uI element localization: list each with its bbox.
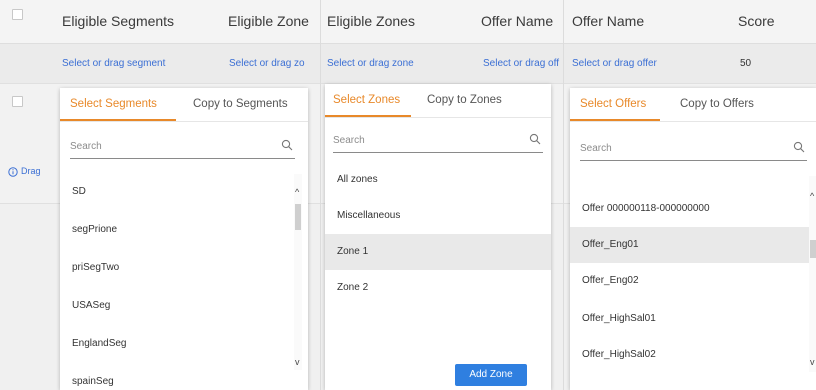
list-item[interactable]: EnglandSeg [60, 326, 308, 362]
segments-popup: Select Segments Copy to Segments SD segP… [60, 88, 308, 390]
search-icon [793, 141, 805, 153]
header-eligible-segments: Eligible Segments [62, 13, 175, 29]
table-header: Eligible Segments Eligible Zone [0, 0, 320, 44]
segments-scrollbar[interactable] [294, 174, 302, 370]
select-all-checkbox[interactable] [12, 9, 23, 20]
segments-search-input[interactable] [70, 135, 273, 157]
segments-panel: Eligible Segments Eligible Zone Select o… [0, 0, 320, 390]
list-item[interactable]: Miscellaneous [325, 198, 551, 234]
score-value: 50 [740, 58, 752, 69]
chevron-down-icon[interactable]: v [295, 358, 300, 367]
scrollbar-thumb[interactable] [295, 204, 301, 230]
table-row: Select or drag offer 50 [564, 44, 816, 84]
list-item[interactable]: USASeg [60, 288, 308, 324]
list-item[interactable]: Offer_Eng02 [570, 263, 816, 299]
list-item[interactable]: All zones [325, 162, 551, 198]
add-zone-button[interactable]: Add Zone [455, 364, 527, 386]
tab-select-segments[interactable]: Select Segments [70, 98, 157, 110]
active-tab-indicator [60, 119, 176, 121]
search-icon [281, 139, 293, 151]
tab-copy-to-offers[interactable]: Copy to Offers [680, 98, 754, 110]
header-score: Score [738, 13, 775, 29]
select-zone-link[interactable]: Select or drag zo [229, 58, 305, 69]
select-offer-link[interactable]: Select or drag off [483, 58, 559, 69]
segments-tabs: Select Segments Copy to Segments [60, 88, 308, 122]
drag-hint: Drag [21, 166, 41, 176]
header-offer-name: Offer Name [481, 13, 554, 29]
select-segment-link[interactable]: Select or drag segment [62, 58, 165, 69]
offers-search-input[interactable] [580, 137, 785, 159]
segments-search [70, 135, 295, 159]
list-item[interactable]: priSegTwo [60, 250, 308, 286]
list-item[interactable]: Offer 000000118-000000000 [570, 191, 816, 227]
zones-search [333, 129, 543, 153]
header-eligible-zones: Eligible Zone [228, 13, 309, 29]
zones-tabs: Select Zones Copy to Zones [325, 84, 551, 118]
active-tab-indicator [570, 119, 660, 121]
table-header: Offer Name Score [564, 0, 816, 44]
list-item[interactable]: Zone 2 [325, 270, 551, 306]
offers-scrollbar[interactable] [809, 176, 816, 372]
tab-copy-to-segments[interactable]: Copy to Segments [193, 98, 288, 110]
select-offer-link[interactable]: Select or drag offer [572, 58, 657, 69]
list-item[interactable]: Offer_HighSal01 [570, 301, 816, 337]
list-item[interactable]: Offer_HighSal02 [570, 337, 816, 373]
active-tab-indicator [325, 115, 411, 117]
offers-tabs: Select Offers Copy to Offers [570, 88, 816, 122]
table-row: Select or drag zone Select or drag off [321, 44, 563, 84]
offers-popup: Select Offers Copy to Offers Offer 00000… [570, 88, 816, 390]
zones-panel: Eligible Zones Offer Name Select or drag… [320, 0, 563, 390]
row-checkbox[interactable] [12, 96, 23, 107]
select-zone-link[interactable]: Select or drag zone [327, 58, 414, 69]
zones-popup: Select Zones Copy to Zones All zones Mis… [325, 84, 551, 390]
list-item-selected[interactable]: Zone 1 [325, 234, 551, 270]
offers-panel: Offer Name Score Select or drag offer 50… [563, 0, 816, 390]
chevron-down-icon[interactable]: v [810, 358, 815, 367]
table-header: Eligible Zones Offer Name [321, 0, 563, 44]
table-row: Select or drag segment Select or drag zo [0, 44, 320, 84]
offers-search [580, 137, 807, 161]
header-eligible-zones: Eligible Zones [327, 13, 415, 29]
list-item[interactable]: segPrione [60, 212, 308, 248]
zones-search-input[interactable] [333, 129, 522, 151]
tab-select-zones[interactable]: Select Zones [333, 94, 400, 106]
list-item[interactable]: SD [60, 174, 308, 210]
tab-select-offers[interactable]: Select Offers [580, 98, 646, 110]
list-item[interactable]: spainSeg [60, 364, 308, 390]
tab-copy-to-zones[interactable]: Copy to Zones [427, 94, 502, 106]
scrollbar-thumb[interactable] [810, 240, 816, 258]
header-offer-name: Offer Name [572, 13, 645, 29]
search-icon [529, 133, 541, 145]
chevron-up-icon[interactable]: ^ [810, 192, 814, 201]
list-item-selected[interactable]: Offer_Eng01 [570, 227, 816, 263]
chevron-up-icon[interactable]: ^ [295, 188, 299, 197]
info-circle-icon [8, 167, 18, 177]
